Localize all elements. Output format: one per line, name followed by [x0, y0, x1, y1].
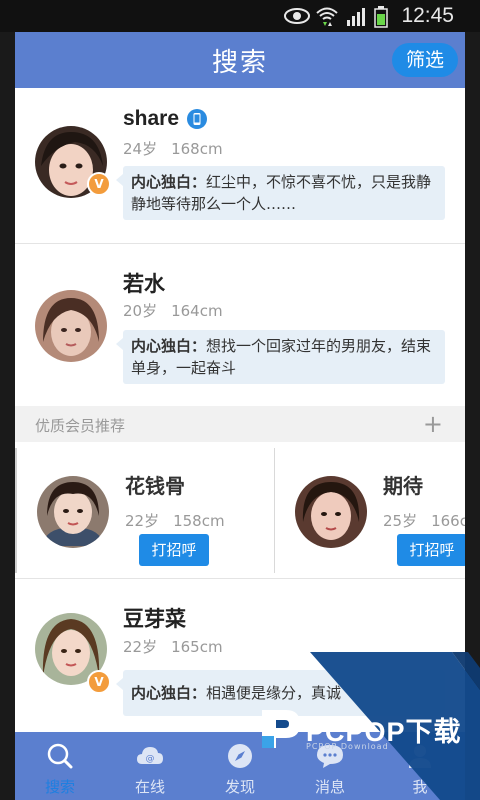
avatar[interactable] — [295, 476, 367, 548]
profile-card[interactable]: V 豆芽菜 22岁 165cm 内心独白：相遇便是缘分，真诚 — [15, 579, 465, 732]
phone-badge-icon — [187, 109, 207, 129]
vip-badge: V — [87, 172, 111, 196]
profile-meta: 22岁 165cm — [123, 636, 223, 657]
profile-height: 164cm — [171, 302, 223, 320]
tab-label: 消息 — [314, 778, 345, 796]
status-bar: 12:45 — [0, 0, 480, 32]
tab-search[interactable]: 搜索 — [15, 732, 105, 800]
profile-age: 24岁 — [123, 140, 158, 158]
bio-text: 相遇便是缘分，真诚 — [206, 684, 342, 702]
profile-name: 若水 — [123, 273, 165, 296]
tab-me[interactable]: 我 — [375, 732, 465, 800]
recommend-header: 优质会员推荐 + — [15, 406, 465, 442]
tab-online[interactable]: @ 在线 — [105, 732, 195, 800]
bio-label: 内心独白： — [131, 337, 207, 355]
profile-height: 165cm — [171, 638, 223, 656]
tab-label: 在线 — [134, 778, 165, 796]
member-height: 158cm — [173, 512, 225, 530]
profile-name: share — [123, 107, 180, 130]
profile-bio: 内心独白：相遇便是缘分，真诚 — [116, 670, 445, 716]
member-name: 期待 — [383, 474, 423, 498]
signal-icon — [347, 8, 365, 26]
search-icon — [47, 743, 73, 769]
member-meta: 22岁 158cm — [125, 510, 225, 531]
tab-label: 我 — [412, 778, 428, 796]
bio-label: 内心独白： — [131, 173, 207, 191]
bio-label: 内心独白： — [131, 684, 207, 702]
vip-badge: V — [87, 670, 111, 694]
recommend-member[interactable]: 花钱骨 22岁 158cm 打招呼 — [17, 448, 274, 573]
profile-bio: 内心独白：想找一个回家过年的男朋友，结束单身，一起奋斗 — [116, 330, 445, 384]
profile-meta: 24岁 168cm — [123, 138, 223, 159]
member-meta: 25岁 166c — [383, 510, 465, 531]
profile-name: 豆芽菜 — [123, 608, 186, 631]
cloud-icon: @ — [137, 747, 163, 764]
profile-card[interactable]: 若水 20岁 164cm 内心独白：想找一个回家过年的男朋友，结束单身，一起奋斗 — [15, 244, 465, 406]
profile-age: 22岁 — [123, 638, 158, 656]
greet-button[interactable]: 打招呼 — [139, 534, 209, 566]
profile-card[interactable]: V share 24岁 168cm 内心独白：红尘中，不惊不喜不忧，只是我静静地等… — [15, 88, 465, 244]
avatar[interactable] — [35, 290, 107, 362]
header: 搜索 筛选 — [15, 32, 465, 88]
bottom-tab-bar: 搜索 @ 在线 发现 消息 我 — [15, 732, 465, 800]
status-time: 12:45 — [401, 4, 454, 27]
wifi-icon — [316, 7, 338, 26]
filter-button[interactable]: 筛选 — [392, 43, 458, 77]
tab-messages[interactable]: 消息 — [285, 732, 375, 800]
eye-icon — [284, 8, 310, 24]
chat-bubble-icon — [317, 745, 343, 768]
plus-icon[interactable]: + — [423, 410, 443, 438]
avatar[interactable] — [37, 476, 109, 548]
user-icon — [409, 745, 431, 768]
recommend-member[interactable]: 期待 25岁 166c 打招呼 — [275, 448, 465, 573]
profile-bio: 内心独白：红尘中，不惊不喜不忧，只是我静静地等待那么一个人…… — [116, 166, 445, 220]
profile-height: 168cm — [171, 140, 223, 158]
profile-age: 20岁 — [123, 302, 158, 320]
greet-button[interactable]: 打招呼 — [397, 534, 465, 566]
compass-icon — [228, 744, 252, 768]
member-name: 花钱骨 — [125, 474, 185, 498]
svg-text:@: @ — [146, 754, 155, 764]
tab-label: 发现 — [224, 778, 255, 796]
tab-discover[interactable]: 发现 — [195, 732, 285, 800]
member-age: 22岁 — [125, 512, 160, 530]
profile-meta: 20岁 164cm — [123, 300, 223, 321]
recommend-title: 优质会员推荐 — [35, 417, 126, 435]
member-age: 25岁 — [383, 512, 418, 530]
battery-icon — [374, 6, 388, 28]
search-screen: 搜索 筛选 V share 24岁 168cm 内心独白：红尘中，不惊不喜不忧，只… — [15, 32, 465, 800]
member-height: 166c — [431, 512, 465, 530]
tab-label: 搜索 — [44, 778, 75, 796]
